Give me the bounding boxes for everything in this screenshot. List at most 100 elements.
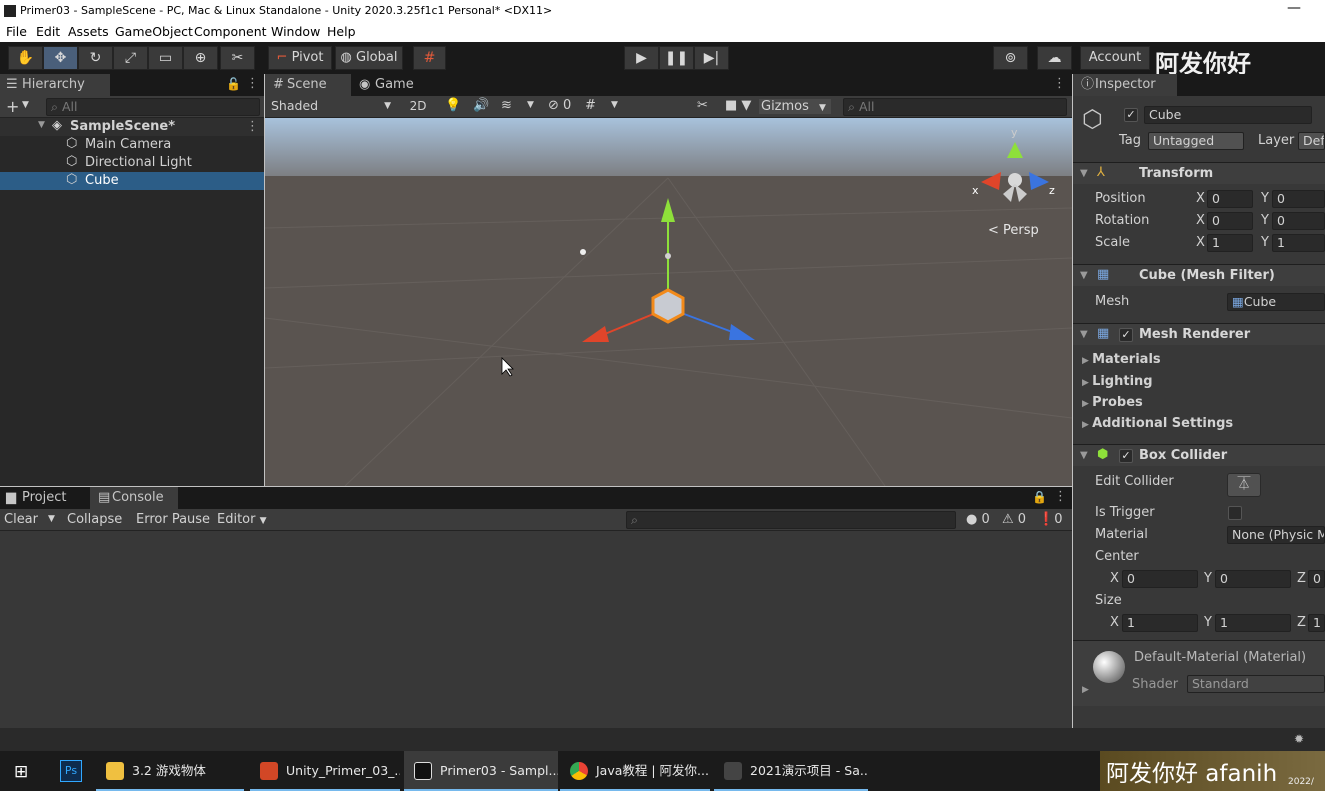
- photoshop-icon[interactable]: Ps: [60, 760, 82, 782]
- taskbar-item-unity[interactable]: Primer03 - Sampl...: [404, 751, 558, 791]
- menu-assets[interactable]: Assets: [68, 24, 109, 39]
- hierarchy-item-cube[interactable]: ⬡ Cube: [0, 172, 264, 190]
- tab-console[interactable]: ▤ Console: [90, 487, 178, 509]
- tab-project[interactable]: ▆ Project: [0, 487, 86, 509]
- materials-foldout[interactable]: ▶ Materials: [1082, 352, 1161, 367]
- add-button[interactable]: +: [6, 97, 19, 116]
- hierarchy-search-input[interactable]: ⌕ All: [46, 98, 260, 116]
- box-collider-header[interactable]: ▼ ⬢ ✓ Box Collider: [1073, 444, 1325, 466]
- pause-button[interactable]: ❚❚: [659, 46, 694, 70]
- transform-header[interactable]: ▼ ⅄ Transform: [1073, 162, 1325, 184]
- more-icon[interactable]: ⋮: [246, 76, 259, 91]
- hierarchy-item-main-camera[interactable]: ⬡ Main Camera: [0, 136, 264, 154]
- collapse-button[interactable]: Collapse: [67, 512, 122, 527]
- mesh-filter-header[interactable]: ▼ ▦ Cube (Mesh Filter): [1073, 264, 1325, 286]
- scene-menu-icon[interactable]: ⋮: [246, 119, 259, 134]
- menu-component[interactable]: Component: [194, 24, 267, 39]
- snap-grid-icon[interactable]: #: [413, 46, 446, 70]
- mode-2d-toggle[interactable]: 2D: [405, 99, 431, 113]
- account-button[interactable]: Account: [1080, 46, 1150, 70]
- camera-icon[interactable]: ■ ▼: [725, 98, 751, 113]
- custom-tool-icon[interactable]: ✂: [220, 46, 255, 70]
- center-y-field[interactable]: 0: [1215, 570, 1291, 588]
- object-name-field[interactable]: Cube: [1144, 106, 1312, 124]
- lock-icon[interactable]: 🔓: [226, 77, 241, 91]
- rect-tool-icon[interactable]: ▭: [148, 46, 183, 70]
- taskbar-item-unity-hub[interactable]: 2021演示项目 - Sa...: [714, 751, 868, 791]
- hand-tool-icon[interactable]: ✋: [8, 46, 43, 70]
- taskbar-item-folder[interactable]: 3.2 游戏物体: [96, 751, 244, 791]
- light-icon[interactable]: [580, 249, 586, 255]
- bug-icon[interactable]: ✹: [1294, 732, 1304, 746]
- active-checkbox[interactable]: ✓: [1124, 108, 1138, 122]
- scene-more-icon[interactable]: ⋮: [1053, 76, 1066, 91]
- cloud-icon[interactable]: ☁: [1037, 46, 1072, 70]
- mesh-renderer-checkbox[interactable]: ✓: [1119, 328, 1133, 342]
- physic-material-field[interactable]: None (Physic M: [1227, 526, 1325, 544]
- rotate-tool-icon[interactable]: ↻: [78, 46, 113, 70]
- mesh-renderer-header[interactable]: ▼ ▦ ✓ Mesh Renderer: [1073, 323, 1325, 345]
- tab-inspector[interactable]: ⓘ Inspector: [1073, 74, 1177, 96]
- scale-tool-icon[interactable]: ⤢: [113, 46, 148, 70]
- taskbar-item-chrome[interactable]: Java教程 | 阿发你...: [560, 751, 710, 791]
- box-collider-checkbox[interactable]: ✓: [1119, 449, 1133, 463]
- center-z-field[interactable]: 0: [1308, 570, 1325, 588]
- add-dropdown-icon[interactable]: ▼: [22, 100, 29, 110]
- error-filter-toggle[interactable]: ❗0: [1038, 512, 1062, 527]
- expand-arrow-icon[interactable]: ▼: [38, 120, 45, 130]
- move-tool-icon[interactable]: ✥: [43, 46, 78, 70]
- scene-viewport[interactable]: y x z < Persp: [265, 118, 1072, 486]
- menu-gameobject[interactable]: GameObject: [115, 24, 193, 39]
- scene-row[interactable]: ▼ ◈ SampleScene* ⋮: [0, 118, 264, 136]
- grid-dropdown-icon[interactable]: ▼: [611, 100, 618, 110]
- warning-filter-toggle[interactable]: ⚠ 0: [1002, 512, 1026, 527]
- global-toggle[interactable]: ◍ Global: [335, 46, 403, 70]
- clear-button[interactable]: Clear: [4, 512, 38, 527]
- rotation-y-field[interactable]: 0: [1272, 212, 1325, 230]
- console-search-input[interactable]: ⌕: [626, 511, 956, 529]
- scale-x-field[interactable]: 1: [1207, 234, 1253, 252]
- effects-icon[interactable]: ≋: [501, 98, 512, 113]
- error-pause-button[interactable]: Error Pause: [136, 512, 210, 527]
- tag-dropdown[interactable]: Untagged: [1148, 132, 1244, 150]
- clear-dropdown-icon[interactable]: ▼: [48, 514, 55, 524]
- persp-label[interactable]: < Persp: [988, 223, 1039, 238]
- lighting-icon[interactable]: 💡: [445, 98, 461, 113]
- menu-edit[interactable]: Edit: [36, 24, 60, 39]
- size-x-field[interactable]: 1: [1122, 614, 1198, 632]
- shading-dropdown[interactable]: Shaded ▼: [267, 98, 395, 116]
- additional-settings-foldout[interactable]: ▶ Additional Settings: [1082, 416, 1233, 431]
- minimize-button[interactable]: —: [1287, 0, 1301, 16]
- effects-dropdown-icon[interactable]: ▼: [527, 100, 534, 110]
- editor-dropdown[interactable]: Editor ▼: [217, 512, 267, 527]
- collab-icon[interactable]: ⊚: [993, 46, 1028, 70]
- position-y-field[interactable]: 0: [1272, 190, 1325, 208]
- shader-dropdown[interactable]: Standard: [1187, 675, 1325, 693]
- mesh-field[interactable]: ▦Cube: [1227, 293, 1325, 311]
- taskbar-item-powerpoint[interactable]: Unity_Primer_03_...: [250, 751, 400, 791]
- transform-tool-icon[interactable]: ⊕: [183, 46, 218, 70]
- probes-foldout[interactable]: ▶ Probes: [1082, 395, 1143, 410]
- tools-icon[interactable]: ✂: [697, 98, 708, 113]
- hierarchy-item-directional-light[interactable]: ⬡ Directional Light: [0, 154, 264, 172]
- menu-file[interactable]: File: [6, 24, 27, 39]
- step-button[interactable]: ▶|: [694, 46, 729, 70]
- windows-start-icon[interactable]: ⊞: [14, 762, 28, 782]
- tab-scene[interactable]: # Scene: [265, 74, 351, 96]
- edit-collider-button[interactable]: ⏄: [1227, 473, 1261, 497]
- hidden-objects-icon[interactable]: ⊘ 0: [548, 98, 571, 113]
- menu-help[interactable]: Help: [327, 24, 356, 39]
- pivot-toggle[interactable]: ⌐ Pivot: [268, 46, 332, 70]
- tab-hierarchy[interactable]: ☰ Hierarchy: [0, 74, 110, 96]
- audio-icon[interactable]: 🔊: [473, 98, 489, 113]
- size-y-field[interactable]: 1: [1215, 614, 1291, 632]
- size-z-field[interactable]: 1: [1308, 614, 1325, 632]
- layer-dropdown[interactable]: Def: [1298, 132, 1325, 150]
- lock-icon[interactable]: 🔒: [1032, 490, 1047, 504]
- expand-arrow-icon[interactable]: ▶: [1082, 685, 1089, 695]
- menu-window[interactable]: Window: [271, 24, 320, 39]
- scene-search-input[interactable]: ⌕ All: [843, 98, 1067, 116]
- play-button[interactable]: ▶: [624, 46, 659, 70]
- rotation-x-field[interactable]: 0: [1207, 212, 1253, 230]
- center-x-field[interactable]: 0: [1122, 570, 1198, 588]
